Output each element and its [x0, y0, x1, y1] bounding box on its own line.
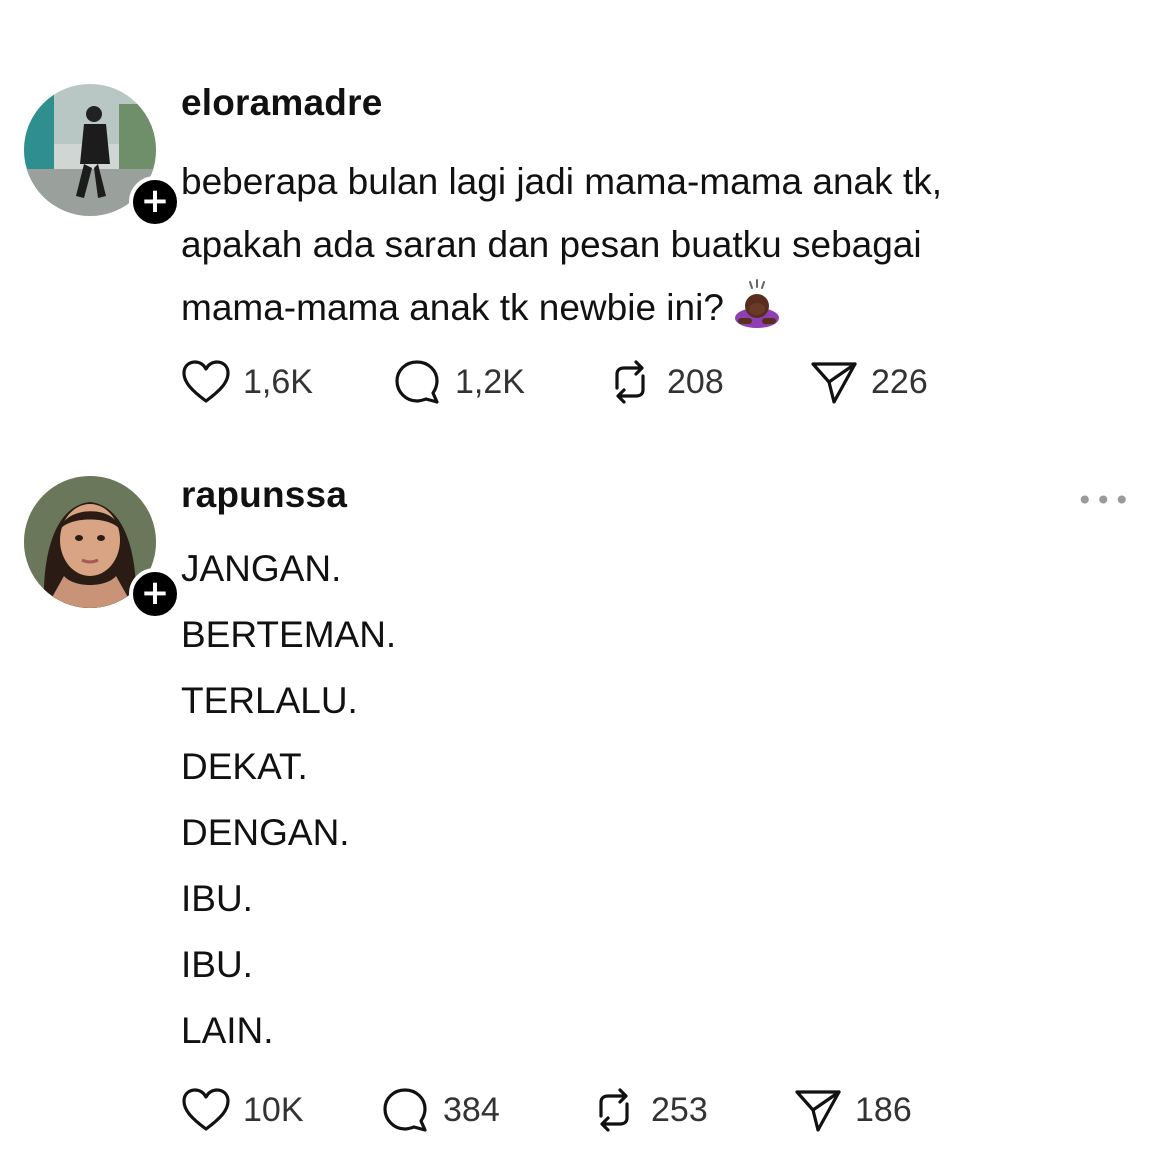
like-button[interactable]: 1,6K: [181, 358, 313, 406]
post-text-line: JANGAN.: [181, 548, 342, 589]
follow-plus-button[interactable]: +: [129, 568, 181, 620]
post-text: JANGAN. BERTEMAN. TERLALU. DEKAT. DENGAN…: [181, 536, 396, 1064]
share-button[interactable]: 226: [809, 358, 928, 406]
like-count: 1,6K: [243, 362, 313, 401]
username[interactable]: rapunssa: [181, 474, 347, 516]
share-count: 186: [855, 1090, 912, 1129]
heart-icon: [181, 359, 231, 405]
repost-count: 253: [651, 1090, 708, 1129]
share-button[interactable]: 186: [793, 1086, 912, 1134]
post-text-line: LAIN.: [181, 1010, 274, 1051]
repost-button[interactable]: 208: [605, 358, 724, 406]
repost-arrows-icon: [589, 1086, 639, 1134]
post-text-line: DEKAT.: [181, 746, 308, 787]
repost-arrows-icon: [605, 358, 655, 406]
paper-plane-icon: [793, 1086, 843, 1134]
post-text-line: apakah ada saran dan pesan buatku sebaga…: [181, 224, 922, 265]
follow-plus-button[interactable]: +: [129, 176, 181, 228]
reply-count: 384: [443, 1090, 500, 1129]
like-button[interactable]: 10K: [181, 1086, 304, 1134]
speech-bubble-icon: [381, 1086, 431, 1134]
post-text-line-content: mama-mama anak tk newbie ini?: [181, 287, 724, 328]
reply-button[interactable]: 1,2K: [393, 358, 525, 406]
post-text-line: BERTEMAN.: [181, 614, 397, 655]
post-text-line: mama-mama anak tk newbie ini?: [181, 276, 942, 347]
like-count: 10K: [243, 1090, 304, 1129]
post-text-line: beberapa bulan lagi jadi mama-mama anak …: [181, 161, 942, 202]
post-text-line: TERLALU.: [181, 680, 358, 721]
post-text-line: IBU.: [181, 878, 253, 919]
username[interactable]: eloramadre: [181, 82, 383, 124]
avatar-container[interactable]: +: [24, 84, 181, 228]
post-text-line: IBU.: [181, 944, 253, 985]
repost-button[interactable]: 253: [589, 1086, 708, 1134]
paper-plane-icon: [809, 358, 859, 406]
share-count: 226: [871, 362, 928, 401]
heart-icon: [181, 1087, 231, 1133]
more-options-icon[interactable]: •••: [1076, 484, 1132, 517]
reply-count: 1,2K: [455, 362, 525, 401]
reply-button[interactable]: 384: [381, 1086, 500, 1134]
repost-count: 208: [667, 362, 724, 401]
person-bowing-emoji-icon: [732, 278, 782, 347]
speech-bubble-icon: [393, 358, 443, 406]
post-text: beberapa bulan lagi jadi mama-mama anak …: [181, 150, 942, 347]
avatar-container[interactable]: +: [24, 476, 181, 620]
post-text-line: DENGAN.: [181, 812, 350, 853]
